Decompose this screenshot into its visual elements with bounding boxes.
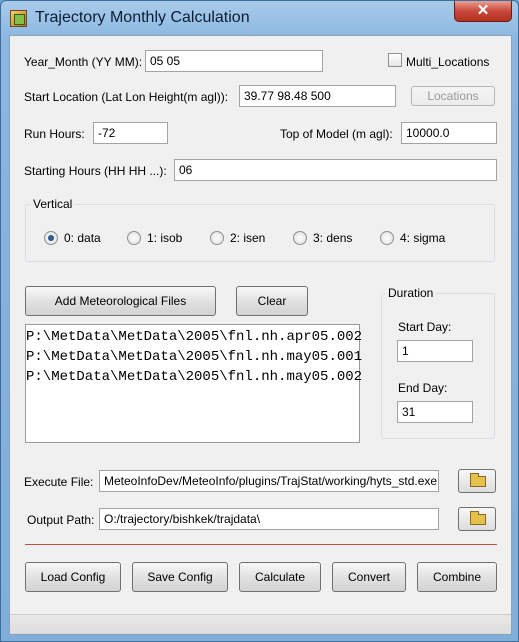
separator-line [25,544,497,545]
met-files-list[interactable]: P:\MetData\MetData\2005\fnl.nh.apr05.002… [25,324,362,443]
end-day-field[interactable]: 31 [397,401,473,423]
list-item[interactable]: P:\MetData\MetData\2005\fnl.nh.may05.001 [26,347,362,367]
save-config-button[interactable]: Save Config [132,562,228,592]
status-bar [10,614,511,634]
list-item[interactable]: P:\MetData\MetData\2005\fnl.nh.apr05.002 [26,327,362,347]
starting-hours-label: Starting Hours (HH HH ...): [24,164,167,178]
vertical-option-data[interactable]: 0: data [44,231,101,245]
locations-button[interactable]: Locations [411,86,495,106]
vertical-option-isob[interactable]: 1: isob [127,231,182,245]
title-bar: Trajectory Monthly Calculation ✕ [1,1,518,35]
vertical-option-sigma[interactable]: 4: sigma [380,231,445,245]
vertical-group-title: Vertical [30,197,76,211]
dialog-body: Year_Month (YY MM): 05 05 Multi_Location… [9,35,512,635]
window-title: Trajectory Monthly Calculation [35,9,250,26]
vertical-option-label: 4: sigma [400,231,446,245]
vertical-option-label: 2: isen [230,231,266,245]
top-of-model-label: Top of Model (m agl): [280,127,393,141]
starting-hours-field[interactable]: 06 [174,159,497,181]
vertical-option-label: 0: data [64,231,101,245]
duration-group-title: Duration [385,286,437,300]
calculate-button[interactable]: Calculate [239,562,321,592]
radio-button-icon [210,231,224,245]
start-location-field[interactable]: 39.77 98.48 500 [239,85,396,107]
folder-open-icon [470,511,486,525]
folder-open-icon [470,473,486,487]
radio-button-icon [127,231,141,245]
output-path-field[interactable]: O:/trajectory/bishkek/trajdata\ [99,508,439,530]
load-config-button[interactable]: Load Config [25,562,121,592]
close-button[interactable]: ✕ [454,1,512,22]
start-day-label: Start Day: [398,320,452,334]
radio-button-icon [380,231,394,245]
start-day-field[interactable]: 1 [397,340,473,362]
main-window: Trajectory Monthly Calculation ✕ Year_Mo… [0,0,519,642]
top-of-model-field[interactable]: 10000.0 [401,122,497,144]
browse-output-path-button[interactable] [458,507,496,531]
radio-button-icon [293,231,307,245]
vertical-option-dens[interactable]: 3: dens [293,231,352,245]
list-item[interactable]: P:\MetData\MetData\2005\fnl.nh.may05.002 [26,367,362,387]
multi-locations-checkbox[interactable] [388,53,402,67]
combine-button[interactable]: Combine [417,562,497,592]
output-path-label: Output Path: [27,513,95,527]
year-month-label: Year_Month (YY MM): [24,55,143,69]
vertical-option-label: 3: dens [313,231,353,245]
run-hours-label: Run Hours: [24,127,85,141]
app-icon [10,10,27,27]
vertical-option-isen[interactable]: 2: isen [210,231,265,245]
radio-button-icon [44,231,58,245]
multi-locations-label: Multi_Locations [406,55,490,69]
clear-button[interactable]: Clear [236,286,308,316]
browse-execute-file-button[interactable] [458,469,496,493]
execute-file-field[interactable]: MeteoInfoDev/MeteoInfo/plugins/TrajStat/… [99,470,439,492]
start-location-label: Start Location (Lat Lon Height(m agl)): [24,90,229,104]
vertical-option-label: 1: isob [147,231,183,245]
year-month-field[interactable]: 05 05 [145,50,323,72]
run-hours-field[interactable]: -72 [93,122,168,144]
execute-file-label: Execute File: [24,475,94,489]
add-met-files-button[interactable]: Add Meteorological Files [25,286,216,316]
convert-button[interactable]: Convert [332,562,406,592]
end-day-label: End Day: [398,381,448,395]
